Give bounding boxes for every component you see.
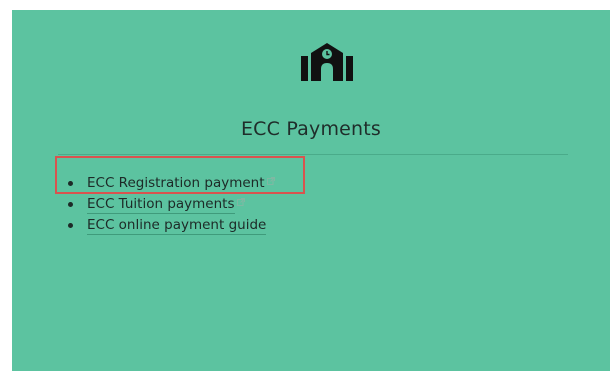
payments-card: ECC Payments ECC Registration payment EC… <box>12 10 610 371</box>
page-title: ECC Payments <box>240 118 382 140</box>
school-icon <box>301 43 353 81</box>
bullet-icon <box>68 202 73 207</box>
list-item-registration: ECC Registration payment <box>68 173 275 194</box>
divider <box>58 154 568 155</box>
bullet-icon <box>68 181 73 186</box>
online-payment-guide-link[interactable]: ECC online payment guide <box>87 217 267 235</box>
tuition-payments-link[interactable]: ECC Tuition payments <box>87 196 235 214</box>
list-item-tuition: ECC Tuition payments <box>68 194 275 215</box>
registration-payment-link[interactable]: ECC Registration payment <box>87 175 265 193</box>
bullet-icon <box>68 223 73 228</box>
list-item-guide: ECC online payment guide <box>68 215 275 236</box>
external-link-icon <box>236 198 245 206</box>
external-link-icon <box>266 177 275 185</box>
payment-links-list: ECC Registration payment ECC Tuition pay… <box>68 173 275 236</box>
